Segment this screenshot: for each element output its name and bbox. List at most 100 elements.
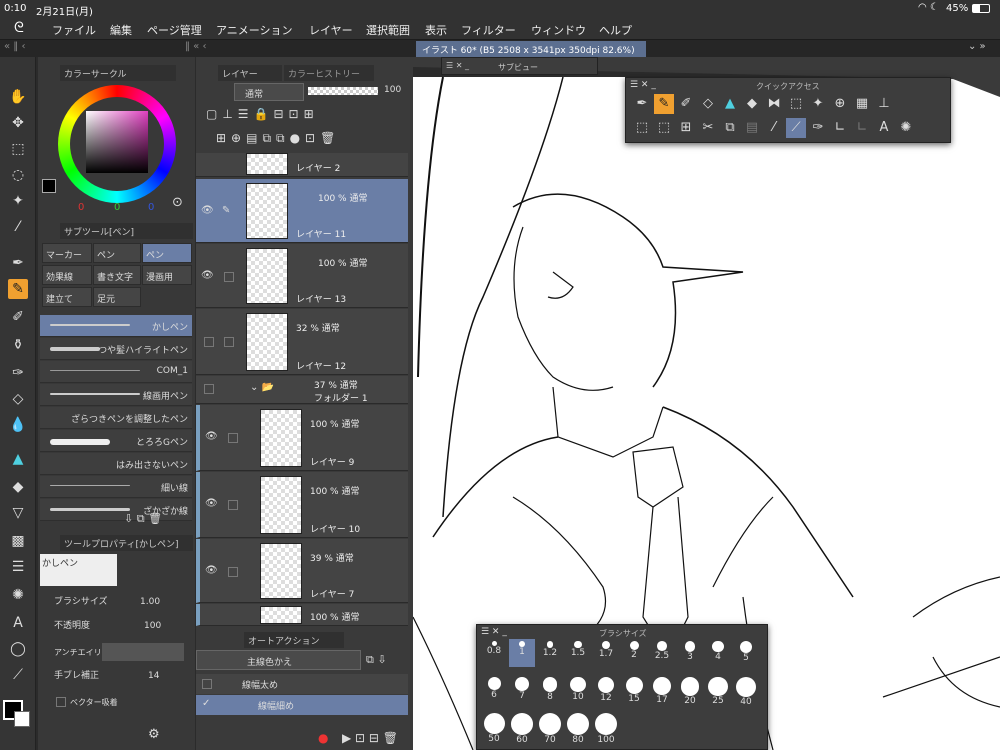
subtool-group-marker[interactable]: マーカー — [42, 243, 92, 263]
subtool-group-handwriting[interactable]: 書き文字 — [93, 265, 141, 285]
subtool-group-tate[interactable]: 建立て — [42, 287, 92, 307]
layer-tools-row1-icon[interactable]: ▢⊥☰🔒⊟⊡⊞ — [206, 107, 319, 121]
layer-row-selected[interactable]: 👁 ✎ 100 % 通常 レイヤー 11 — [196, 179, 408, 243]
brush-size-option[interactable]: 3 — [677, 639, 703, 667]
visibility-eye-icon[interactable]: 👁 — [201, 205, 214, 216]
brush-list-actions-icon[interactable]: ⇩ ⧉ 🗑 — [124, 512, 162, 526]
brush-size-palette[interactable]: ☰ ✕ _ ブラシサイズ 0.8 1 1.2 1.5 1.7 2 2.5 3 4 5 6 7 8 10 12… — [476, 624, 768, 750]
loading-icon[interactable]: ✺ — [896, 118, 916, 138]
menu-animation[interactable]: アニメーション — [216, 22, 293, 38]
zoom-tool-icon[interactable]: ✋ — [8, 87, 28, 107]
layer-check[interactable] — [228, 500, 238, 510]
decoration-tool-icon[interactable]: ▲ — [8, 449, 28, 469]
sub-color-swatch[interactable] — [14, 711, 30, 727]
pencil-tool-icon[interactable]: ✐ — [8, 307, 28, 327]
brush-size-option[interactable]: 7 — [509, 675, 535, 703]
brush-item[interactable]: はみ出さないペン — [40, 453, 192, 475]
visibility-eye-icon[interactable]: 👁 — [205, 565, 218, 576]
checkmark-icon[interactable]: ✓ — [202, 698, 210, 709]
subtool-group-effect-line[interactable]: 効果線 — [42, 265, 92, 285]
brush-size-option[interactable]: 70 — [537, 711, 563, 745]
brush-size-option[interactable]: 80 — [565, 711, 591, 745]
brush-item[interactable]: 細い線 — [40, 476, 192, 498]
brush-size-option[interactable]: 1.5 — [565, 639, 591, 667]
brush-size-option[interactable]: 100 — [593, 711, 619, 745]
palette-controls-icon[interactable]: ☰ ✕ _ — [446, 61, 469, 70]
frame-tool-icon[interactable]: ☰ — [8, 557, 28, 577]
layer-check[interactable] — [228, 567, 238, 577]
scale-icon[interactable]: ⬚ — [654, 118, 674, 138]
brush-size-option[interactable]: 1 — [509, 639, 535, 667]
blend-tool-icon[interactable]: 💧 — [8, 415, 28, 435]
fill-icon[interactable]: ◆ — [742, 94, 762, 114]
visibility-eye-icon[interactable]: 👁 — [201, 270, 214, 281]
ruler-icon[interactable]: ∟ — [830, 118, 850, 138]
menu-window[interactable]: ウィンドウ — [531, 22, 586, 38]
color-mode-icon[interactable]: ⊙ — [172, 195, 183, 210]
palette-controls-icon[interactable]: ☰ ✕ _ — [630, 80, 656, 90]
pen-tool-icon[interactable]: ✒ — [8, 253, 28, 273]
pen-selected-icon[interactable]: ✎ — [654, 94, 674, 114]
brush-size-option[interactable]: 10 — [565, 675, 591, 703]
text-icon[interactable]: A — [874, 118, 894, 138]
color-square[interactable] — [86, 111, 148, 173]
brush-size-option[interactable]: 15 — [621, 675, 647, 704]
eyedropper-icon[interactable]: ⁄ — [764, 118, 784, 138]
layer-row[interactable]: レイヤー 2 — [196, 153, 408, 177]
pen-icon[interactable]: ✒ — [632, 94, 652, 114]
record-icon[interactable]: ● — [318, 731, 328, 745]
paste-icon[interactable]: ▤ — [742, 118, 762, 138]
auto-action-set-tools-icon[interactable]: ⧉ ⇩ — [366, 653, 387, 667]
layer-check[interactable] — [228, 433, 238, 443]
document-tab[interactable]: イラスト 60* (B5 2508 x 3541px 350dpi 82.6%) — [416, 41, 646, 57]
opacity-value[interactable]: 100 — [144, 621, 161, 631]
folder-expand-icon[interactable]: ⌄ 📂 — [250, 382, 274, 393]
brush-size-option[interactable]: 50 — [481, 711, 507, 744]
menu-layer[interactable]: レイヤー — [309, 22, 353, 38]
eyedropper-tool-icon[interactable]: ⁄ — [8, 217, 28, 237]
brush-size-option[interactable]: 60 — [509, 711, 535, 745]
move-tool-icon[interactable]: ✥ — [8, 113, 28, 133]
select-icon[interactable]: ⬚ — [786, 94, 806, 114]
visibility-eye-icon[interactable]: 👁 — [205, 431, 218, 442]
gradient-tool-icon[interactable]: ▽ — [8, 503, 28, 523]
grid-icon[interactable]: ▦ — [852, 94, 872, 114]
brush-size-option[interactable]: 2 — [621, 639, 647, 667]
menu-help[interactable]: ヘルプ — [599, 22, 632, 38]
app-logo-icon[interactable]: ᘓ — [14, 20, 24, 36]
auto-action-set-select[interactable]: 主線色かえ — [196, 650, 361, 670]
fill-tool-icon[interactable]: ◆ — [8, 477, 28, 497]
menu-file[interactable]: ファイル — [52, 22, 96, 38]
flip-icon[interactable]: ⧓ — [764, 94, 784, 114]
layer-row[interactable]: 👁 100 % 通常 レイヤー 9 — [196, 405, 408, 471]
brush-item[interactable]: ざかざか線 — [40, 499, 192, 521]
pen-tool-selected-icon[interactable]: ✎ — [8, 279, 28, 299]
brush-item[interactable]: つや髪ハイライトペン — [40, 338, 192, 360]
vector-snap-checkbox[interactable] — [56, 697, 66, 707]
layer-check[interactable] — [224, 272, 234, 282]
subtool-group-pen-selected[interactable]: ペン — [142, 243, 192, 263]
brush-size-option[interactable]: 40 — [733, 675, 759, 707]
subtool-group-ashimoto[interactable]: 足元 — [93, 287, 141, 307]
tab-color-history[interactable]: カラーヒストリー — [284, 65, 374, 81]
auto-action-item-selected[interactable]: ✓ 線幅細め — [196, 695, 408, 715]
menu-edit[interactable]: 編集 — [110, 22, 132, 38]
layer-visibility-off[interactable] — [204, 384, 214, 394]
brush-item[interactable]: COM_1 — [40, 361, 192, 383]
collapse-left-icon[interactable]: « ‖ ‹ — [4, 41, 25, 52]
brush-size-option[interactable]: 1.7 — [593, 639, 619, 667]
copy-icon[interactable]: ⧉ — [720, 118, 740, 138]
brush-size-option[interactable]: 25 — [705, 675, 731, 706]
brush-size-option[interactable]: 5 — [733, 639, 759, 667]
brush-size-option[interactable]: 0.8 — [481, 639, 507, 667]
menu-filter[interactable]: フィルター — [461, 22, 516, 38]
brush-size-option[interactable]: 1.2 — [537, 639, 563, 667]
brush-item-selected[interactable]: かしペン — [40, 315, 192, 337]
transform-icon[interactable]: ⬚ — [632, 118, 652, 138]
collapse-mid-icon[interactable]: ‖ « ‹ — [185, 41, 206, 52]
visibility-eye-icon[interactable]: 👁 — [205, 498, 218, 509]
layer-row[interactable]: 👁 39 % 通常 レイヤー 7 — [196, 539, 408, 603]
layer-row[interactable]: 👁 100 % 通常 レイヤー 10 — [196, 472, 408, 538]
brush-item[interactable]: ざらつきペンを調整したペン — [40, 407, 192, 429]
figure-tool-icon[interactable]: ▩ — [8, 531, 28, 551]
